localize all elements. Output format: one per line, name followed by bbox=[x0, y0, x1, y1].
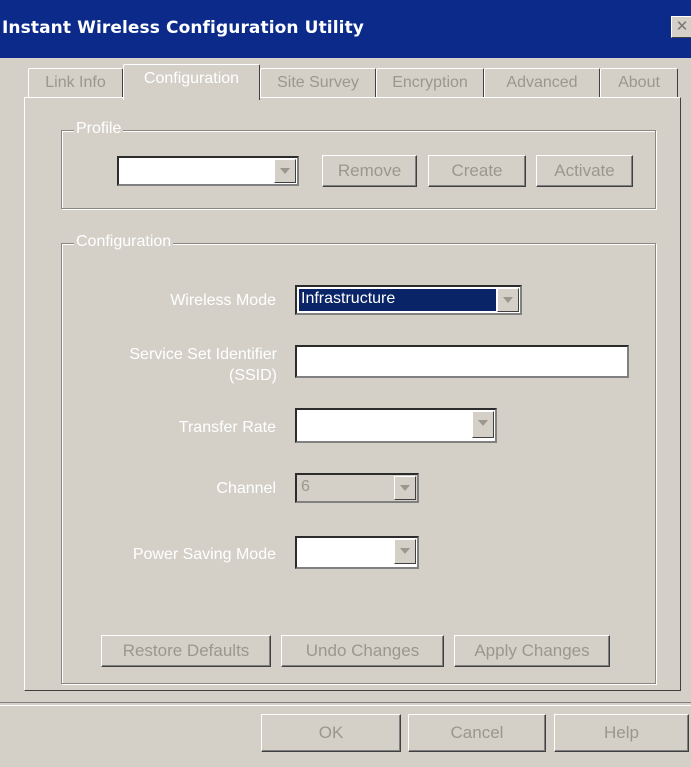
tab-encryption[interactable]: Encryption bbox=[376, 68, 484, 98]
ssid-input[interactable] bbox=[295, 345, 629, 378]
transfer-rate-label: Transfer Rate bbox=[178, 419, 276, 436]
undo-changes-button[interactable]: Undo Changes bbox=[281, 635, 444, 667]
chevron-down-icon[interactable] bbox=[394, 539, 416, 564]
chevron-down-icon[interactable] bbox=[472, 411, 494, 438]
configuration-group-legend: Configuration bbox=[74, 233, 174, 251]
window-title: Instant Wireless Configuration Utility bbox=[2, 18, 364, 38]
apply-changes-button[interactable]: Apply Changes bbox=[454, 635, 610, 667]
ssid-label-line1: Service Set Identifier bbox=[129, 346, 277, 363]
wireless-mode-selection: Infrastructure bbox=[299, 289, 496, 311]
channel-dropdown[interactable]: 6 bbox=[295, 473, 419, 503]
tab-advanced[interactable]: Advanced bbox=[484, 68, 600, 98]
ok-button[interactable]: OK bbox=[261, 714, 401, 752]
power-saving-mode-label: Power Saving Mode bbox=[132, 546, 276, 563]
activate-profile-button[interactable]: Activate bbox=[536, 155, 633, 187]
tab-about[interactable]: About bbox=[600, 68, 678, 98]
chevron-down-icon[interactable] bbox=[497, 288, 519, 312]
tab-link-info[interactable]: Link Info bbox=[28, 68, 123, 98]
wireless-mode-label: Wireless Mode bbox=[170, 292, 276, 309]
remove-profile-button[interactable]: Remove bbox=[322, 155, 417, 187]
restore-defaults-button[interactable]: Restore Defaults bbox=[101, 635, 271, 667]
channel-value: 6 bbox=[301, 478, 310, 495]
profile-dropdown[interactable] bbox=[117, 156, 299, 186]
wireless-mode-dropdown[interactable]: Infrastructure bbox=[295, 285, 522, 315]
chevron-down-icon[interactable] bbox=[274, 159, 296, 183]
channel-label: Channel bbox=[216, 480, 276, 497]
tab-configuration[interactable]: Configuration bbox=[123, 64, 260, 100]
chevron-down-icon[interactable] bbox=[394, 476, 416, 500]
create-profile-button[interactable]: Create bbox=[428, 155, 526, 187]
help-button[interactable]: Help bbox=[554, 714, 689, 752]
transfer-rate-dropdown[interactable] bbox=[295, 408, 497, 443]
title-bar: Instant Wireless Configuration Utility ✕ bbox=[0, 0, 691, 58]
ssid-label: Service Set Identifier (SSID) bbox=[60, 344, 277, 386]
footer-divider bbox=[0, 702, 691, 706]
ssid-label-line2: (SSID) bbox=[229, 367, 277, 384]
cancel-button[interactable]: Cancel bbox=[408, 714, 546, 752]
tab-site-survey[interactable]: Site Survey bbox=[260, 68, 376, 98]
close-button[interactable]: ✕ bbox=[671, 16, 691, 38]
wireless-mode-value: Infrastructure bbox=[301, 290, 396, 307]
power-saving-mode-dropdown[interactable] bbox=[295, 536, 419, 569]
profile-group-legend: Profile bbox=[74, 120, 124, 138]
